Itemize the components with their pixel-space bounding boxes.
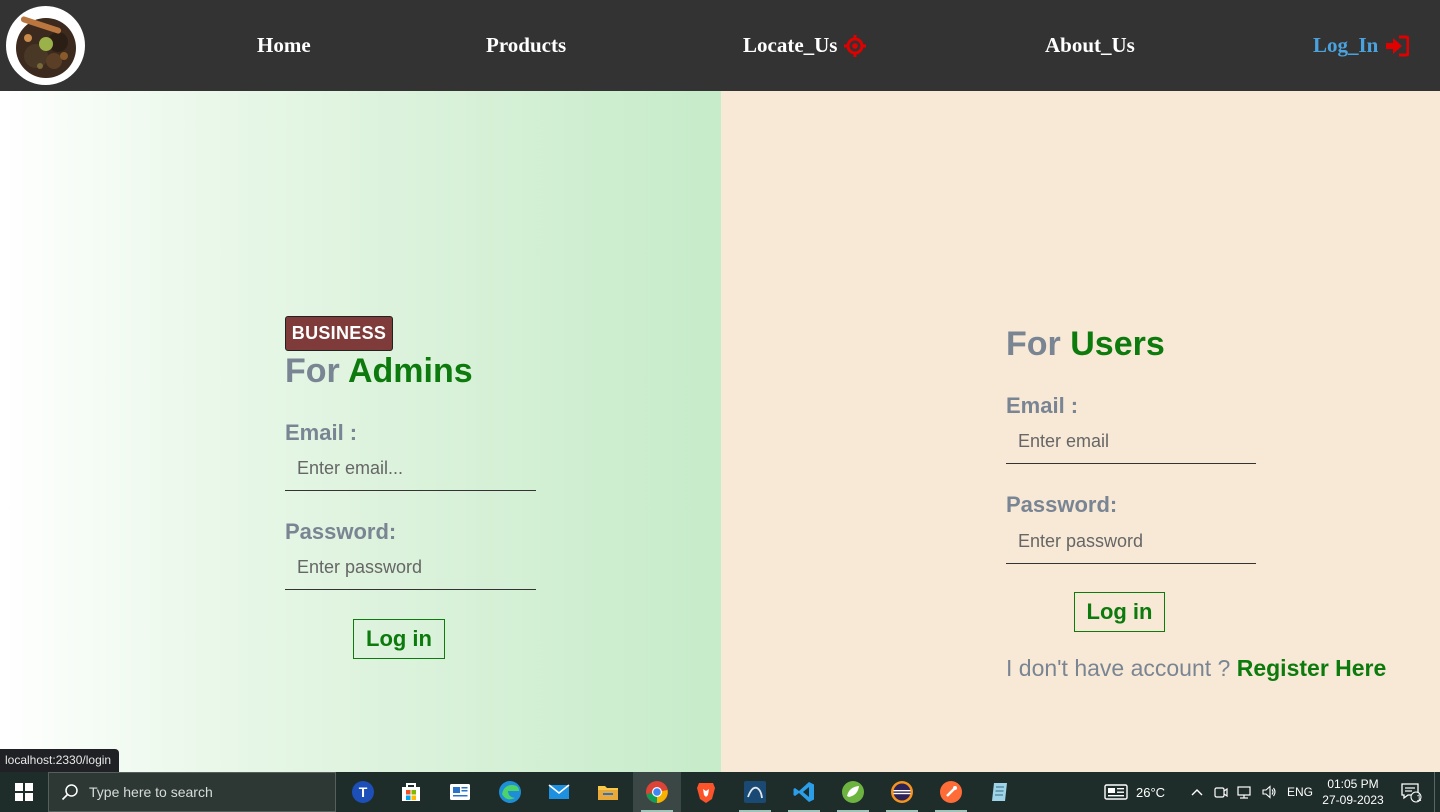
user-email-label: Email :: [1006, 393, 1079, 418]
taskbar-search-box[interactable]: Type here to search: [48, 772, 336, 812]
admin-heading: For Admins: [285, 352, 473, 391]
admin-password-input[interactable]: [285, 546, 536, 590]
admin-login-panel: BUSINESS For Admins Email : Password: Lo…: [0, 91, 721, 772]
volume-icon[interactable]: [1258, 772, 1280, 812]
user-password-label: Password:: [1006, 492, 1118, 517]
user-password-input[interactable]: [1006, 520, 1256, 564]
user-heading: For Users: [1006, 325, 1165, 364]
nav-about-us-link[interactable]: About_Us: [1045, 33, 1135, 58]
admin-email-label: Email :: [285, 420, 358, 445]
clock-date: 27-09-2023: [1322, 793, 1384, 807]
taskbar-search-placeholder: Type here to search: [89, 784, 213, 800]
nav-home-link[interactable]: Home: [257, 33, 311, 58]
show-desktop-button[interactable]: [1434, 772, 1440, 812]
user-login-button[interactable]: Log in: [1074, 592, 1165, 632]
clock-time: 01:05 PM: [1327, 777, 1379, 791]
notification-count-badge: 1: [1416, 793, 1422, 803]
user-login-panel: For Users Email : Password: Log in I don…: [721, 91, 1440, 772]
language-indicator[interactable]: ENG: [1287, 785, 1313, 799]
file-explorer-icon[interactable]: [584, 772, 632, 812]
network-icon[interactable]: [1234, 772, 1256, 812]
nav-products-link[interactable]: Products: [486, 33, 566, 58]
crosshairs-icon: [844, 34, 867, 57]
link-status-url: localhost:2330/login: [0, 749, 120, 772]
register-prompt: I don't have account ?: [1006, 655, 1231, 681]
postman-icon[interactable]: [927, 772, 975, 812]
edge-browser-icon[interactable]: [486, 772, 534, 812]
nav-locate-us-link[interactable]: Locate_Us: [743, 33, 867, 58]
business-badge: BUSINESS: [285, 316, 393, 351]
weather-icon[interactable]: [1100, 772, 1132, 812]
svg-text:T: T: [359, 784, 368, 800]
weather-temperature: 26°C: [1136, 785, 1166, 800]
windows-logo-icon: [15, 783, 33, 801]
notes-app-icon[interactable]: [976, 772, 1024, 812]
start-button[interactable]: [0, 772, 48, 812]
spring-tool-suite-icon[interactable]: [829, 772, 877, 812]
chevron-up-icon[interactable]: [1186, 772, 1208, 812]
admin-heading-prefix: For: [285, 352, 340, 390]
nav-locate-us-label: Locate_Us: [743, 33, 838, 57]
brave-browser-icon[interactable]: [682, 772, 730, 812]
vscode-icon[interactable]: [780, 772, 828, 812]
microsoft-store-icon[interactable]: [387, 772, 435, 812]
sign-in-icon: [1385, 35, 1410, 57]
taskbar-app-t-icon[interactable]: T: [339, 772, 387, 812]
chrome-browser-icon[interactable]: [633, 772, 681, 812]
user-heading-accent: Users: [1070, 325, 1165, 363]
search-icon: [61, 783, 79, 801]
spices-logo[interactable]: [6, 6, 85, 85]
register-here-link[interactable]: Register Here: [1237, 655, 1387, 681]
mysql-workbench-icon[interactable]: [731, 772, 779, 812]
user-email-input[interactable]: [1006, 420, 1256, 464]
navbar: Home Products Locate_Us About_Us Log_In: [0, 0, 1440, 91]
admin-heading-accent: Admins: [347, 352, 473, 390]
eclipse-ide-icon[interactable]: [878, 772, 926, 812]
nav-login-label: Log_In: [1313, 33, 1379, 57]
admin-password-label: Password:: [285, 519, 397, 544]
notification-center-icon[interactable]: 1: [1396, 772, 1426, 812]
windows-taskbar: Type here to search T 26°C ENG 01:05 PM …: [0, 772, 1440, 812]
admin-login-button[interactable]: Log in: [353, 619, 445, 659]
admin-email-input[interactable]: [285, 447, 536, 491]
meet-now-icon[interactable]: [1210, 772, 1232, 812]
taskbar-clock[interactable]: 01:05 PM 27-09-2023: [1312, 776, 1394, 808]
nav-login-link[interactable]: Log_In: [1313, 33, 1410, 58]
register-line: I don't have account ? Register Here: [1006, 655, 1386, 682]
news-app-icon[interactable]: [436, 772, 484, 812]
user-heading-prefix: For: [1006, 325, 1061, 363]
mail-app-icon[interactable]: [535, 772, 583, 812]
